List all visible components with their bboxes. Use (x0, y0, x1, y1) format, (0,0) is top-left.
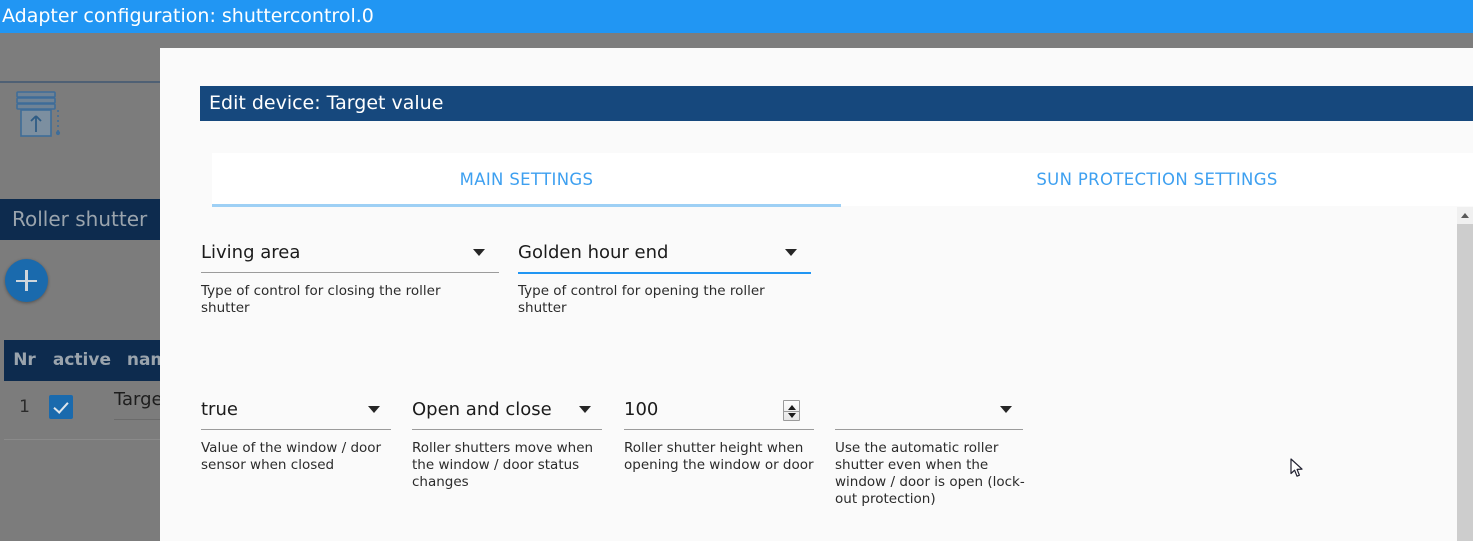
number-stepper[interactable] (783, 400, 800, 421)
field-type-of-control-closing-helper: Type of control for closing the roller s… (201, 283, 441, 316)
add-device-button[interactable] (5, 259, 48, 302)
mouse-cursor (1290, 458, 1304, 479)
chevron-down-icon[interactable] (785, 249, 797, 256)
screen: Adapter configuration: shuttercontrol.0 … (0, 0, 1473, 541)
dialog-form: Living area Type of control for closing … (160, 48, 1473, 541)
chevron-down-icon[interactable] (579, 406, 591, 413)
field-lock-out-protection-value[interactable] (835, 393, 1023, 427)
column-header-active: active (52, 350, 111, 370)
field-underline (835, 429, 1023, 430)
chevron-down-icon[interactable] (473, 249, 485, 256)
edit-device-dialog: Edit device: Target value MAIN SETTINGS … (160, 48, 1473, 541)
field-type-of-control-closing[interactable]: Living area Type of control for closing … (201, 236, 499, 316)
field-shutter-move-on-status-change-helper: Roller shutters move when the window / d… (412, 440, 594, 490)
field-lock-out-protection[interactable]: Use the automatic roller shutter even wh… (835, 393, 1025, 507)
field-shutter-move-on-status-change[interactable]: Open and close Roller shutters move when… (412, 393, 602, 490)
roller-shutter-icon (14, 90, 68, 146)
row-active-checkbox[interactable] (49, 395, 73, 419)
field-type-of-control-opening-helper: Type of control for opening the roller s… (518, 283, 765, 316)
column-header-nr: Nr (13, 350, 36, 370)
field-shutter-move-on-status-change-value[interactable]: Open and close (412, 393, 602, 427)
row-number: 1 (19, 397, 30, 417)
vertical-scrollbar-track[interactable] (1457, 207, 1473, 541)
window-title: Adapter configuration: shuttercontrol.0 (2, 5, 374, 27)
chevron-down-icon[interactable] (1000, 406, 1012, 413)
field-shutter-height-on-open-helper: Roller shutter height when opening the w… (624, 440, 814, 473)
field-underline (624, 429, 814, 430)
field-underline (412, 429, 602, 430)
field-underline (201, 429, 391, 430)
field-underline (201, 272, 499, 273)
field-type-of-control-opening[interactable]: Golden hour end Type of control for open… (518, 236, 811, 316)
field-sensor-closed-value-helper: Value of the window / door sensor when c… (201, 440, 382, 473)
window-title-bar: Adapter configuration: shuttercontrol.0 (0, 0, 1473, 33)
chevron-down-icon[interactable] (368, 406, 380, 413)
field-sensor-closed-value-value[interactable]: true (201, 393, 391, 427)
field-type-of-control-closing-value[interactable]: Living area (201, 236, 499, 270)
field-sensor-closed-value[interactable]: true Value of the window / door sensor w… (201, 393, 391, 473)
field-shutter-height-on-open[interactable]: 100 Roller shutter height when opening t… (624, 393, 814, 473)
scrollbar-up-arrow-icon[interactable] (1457, 207, 1473, 224)
field-underline-focused (518, 272, 811, 274)
field-type-of-control-opening-value[interactable]: Golden hour end (518, 236, 811, 270)
field-lock-out-protection-helper: Use the automatic roller shutter even wh… (835, 440, 1025, 507)
